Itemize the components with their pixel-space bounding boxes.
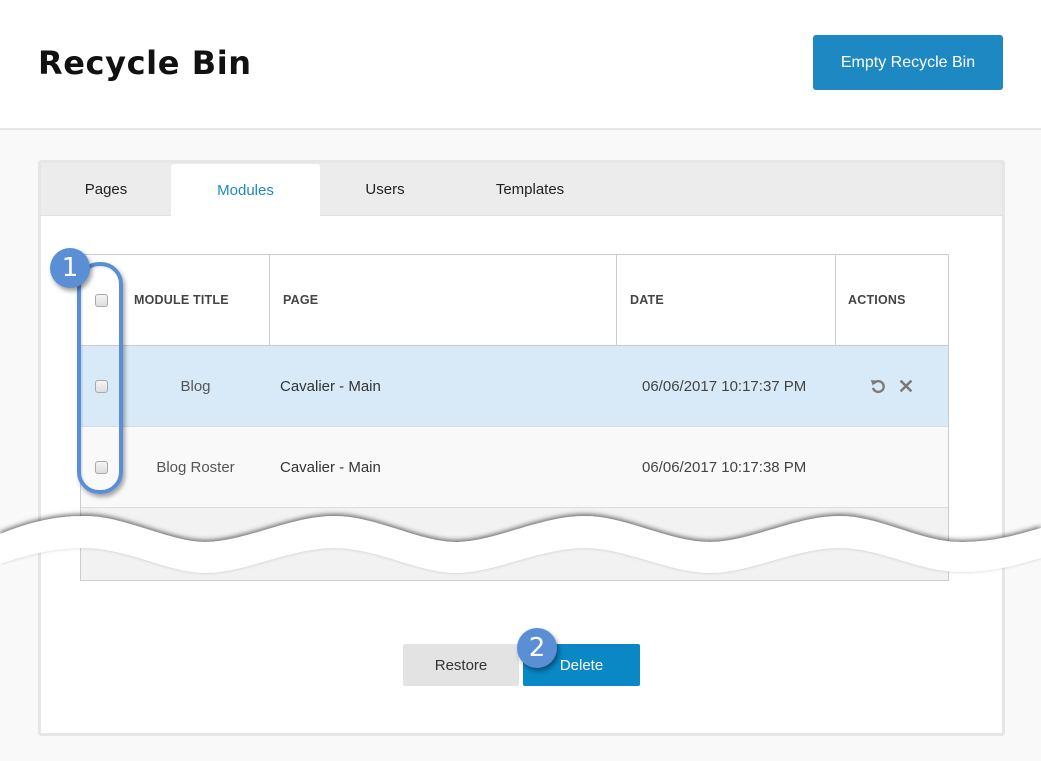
module-page: Cavalier - Main [280,458,381,476]
tab-templates[interactable]: Templates [450,163,610,216]
tab-modules[interactable]: Modules [171,164,320,217]
restore-icon[interactable] [869,377,887,395]
table-header: MODULE TITLE PAGE DATE ACTIONS [81,255,948,346]
row-actions [836,346,948,426]
modules-table: MODULE TITLE PAGE DATE ACTIONS Blog Cava… [80,254,949,581]
column-header-page[interactable]: PAGE [270,255,617,345]
row-checkbox[interactable] [94,379,108,393]
page-title: Recycle Bin [38,44,252,82]
column-header-module-title[interactable]: MODULE TITLE [121,255,270,345]
table-row[interactable]: Blog Cavalier - Main 06/06/2017 10:17:37… [81,346,948,427]
page-header: Recycle Bin Empty Recycle Bin [0,0,1041,130]
row-actions [836,427,948,507]
table-row[interactable]: Blog Roster Cavalier - Main 06/06/2017 1… [81,427,948,508]
module-date: 06/06/2017 10:17:37 PM [642,377,807,395]
tab-bar: Pages Modules Users Templates [41,163,1002,217]
column-header-actions: ACTIONS [848,293,906,307]
tab-users[interactable]: Users [320,163,450,216]
tab-pages[interactable]: Pages [41,163,171,216]
restore-button[interactable]: Restore [403,644,519,686]
row-checkbox[interactable] [94,460,108,474]
column-header-date[interactable]: DATE [617,255,836,345]
row-select-cell [81,427,121,507]
module-page: Cavalier - Main [280,377,381,395]
row-select-cell [81,346,121,426]
step-badge-1: 1 [50,248,90,288]
empty-recycle-bin-button[interactable]: Empty Recycle Bin [813,35,1003,90]
step-badge-2: 2 [517,628,557,668]
module-title: Blog [180,377,211,395]
module-date: 06/06/2017 10:17:38 PM [642,458,807,476]
module-title: Blog Roster [156,458,235,476]
select-all-checkbox[interactable] [94,293,108,307]
delete-icon[interactable] [897,377,915,395]
